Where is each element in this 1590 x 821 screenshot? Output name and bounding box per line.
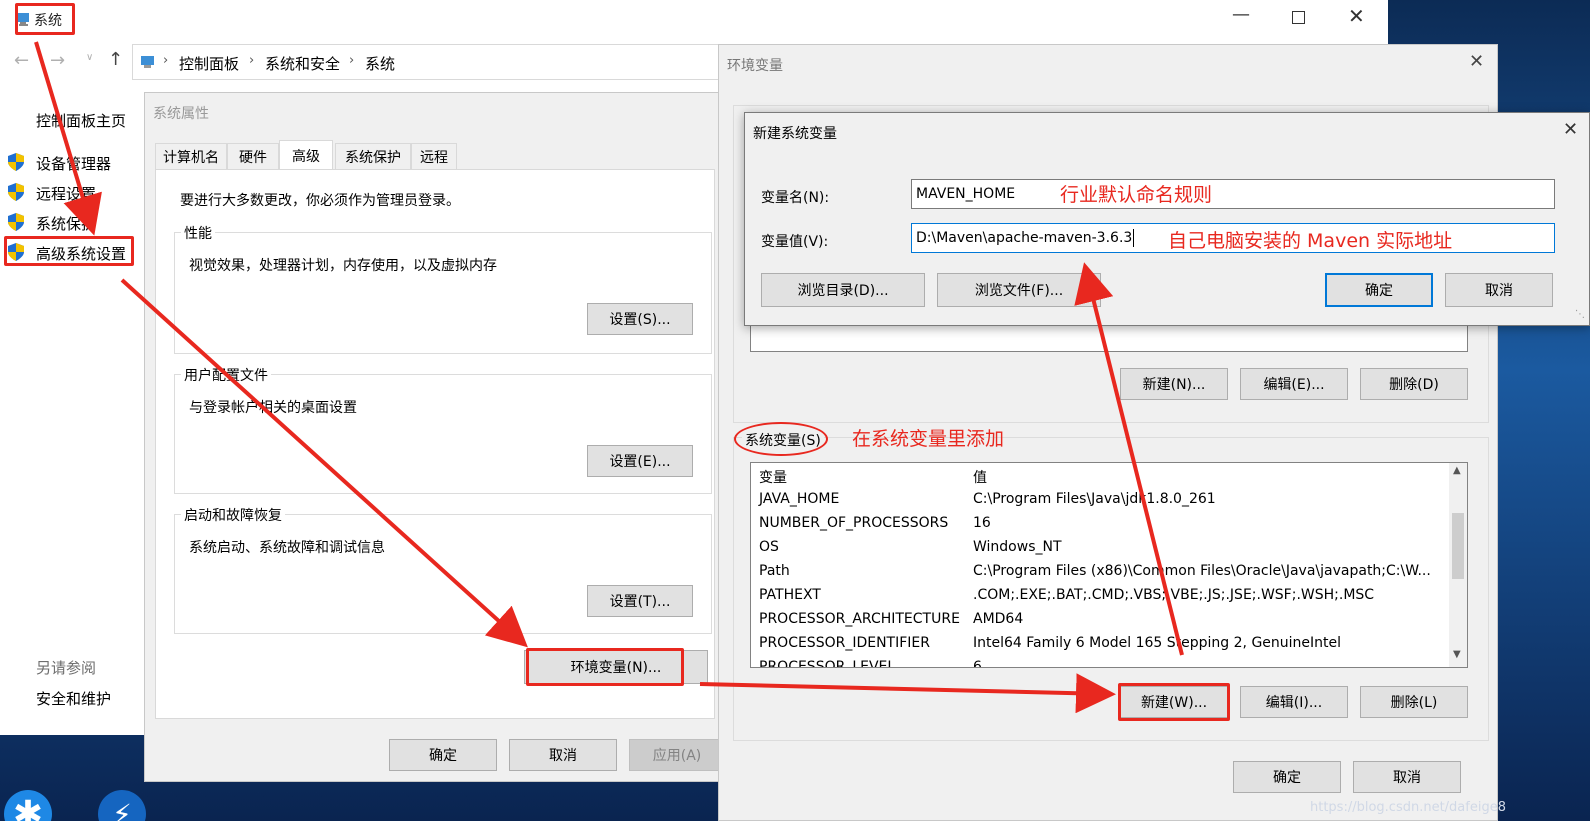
arrow-icon: [34, 41, 102, 236]
arrow-icon: [1074, 262, 1184, 656]
watermark: https://blog.csdn.net/dafeige8: [1310, 800, 1506, 815]
annotation-arrows: [34, 41, 1184, 714]
arrow-icon: [120, 278, 528, 648]
arrow-icon: [699, 673, 1116, 714]
